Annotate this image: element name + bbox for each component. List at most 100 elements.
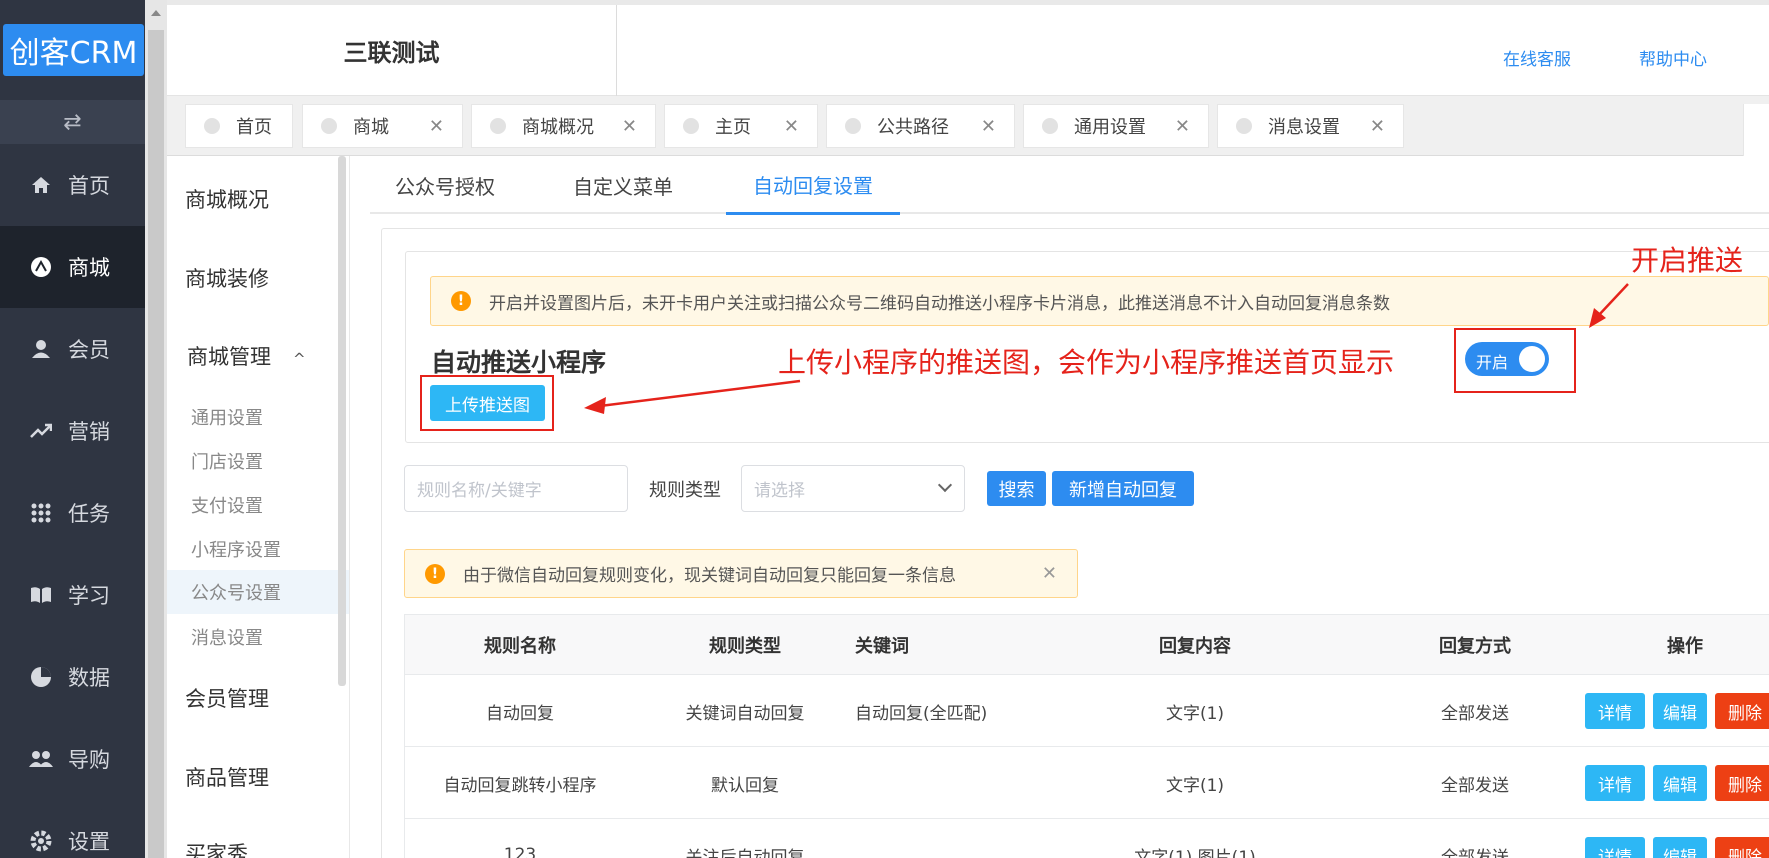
- tab-official-account-auth[interactable]: 公众号授权: [395, 156, 495, 214]
- edit-button[interactable]: 编辑: [1653, 837, 1707, 858]
- column-header: 关键词: [855, 636, 909, 657]
- delete-button[interactable]: 删除: [1715, 837, 1769, 858]
- tab-auto-reply-settings[interactable]: 自动回复设置: [726, 156, 900, 215]
- tabbar-scroll-right[interactable]: [1743, 104, 1769, 156]
- submenu-item-general[interactable]: 通用设置: [191, 404, 263, 430]
- store-name: 三联测试: [167, 5, 617, 96]
- nav-label: 首页: [68, 174, 110, 198]
- page-tab-homepage[interactable]: 主页 ✕: [664, 104, 818, 148]
- chevron-down-icon: [937, 477, 953, 493]
- submenu-group-goods-management[interactable]: 商品管理: [185, 762, 269, 792]
- secondary-menu: 商城概况 商城装修 商城管理 ^ 通用设置 门店设置 支付设置 小程序设置 公众号…: [167, 156, 350, 858]
- page-tab-general-settings[interactable]: 通用设置 ✕: [1023, 104, 1209, 148]
- submenu-item-official-account[interactable]: 公众号设置: [167, 570, 349, 614]
- scrollbar-thumb[interactable]: [148, 30, 164, 858]
- page-tab-home[interactable]: 首页: [185, 104, 293, 148]
- tab-close-icon[interactable]: ✕: [1370, 116, 1385, 137]
- cell-rule-type: 关键词自动回复: [685, 703, 805, 724]
- nav-item-learn[interactable]: 学习: [0, 554, 145, 636]
- tab-label: 商城: [353, 117, 389, 138]
- tab-dot-icon: [1042, 118, 1058, 134]
- nav-item-home[interactable]: 首页: [0, 144, 145, 226]
- brand-logo[interactable]: 创客CRM: [3, 24, 144, 76]
- edit-button[interactable]: 编辑: [1653, 765, 1707, 801]
- tab-close-icon[interactable]: ✕: [1175, 116, 1190, 137]
- submenu-group-buyer-show[interactable]: 买家秀: [185, 838, 248, 858]
- scroll-up-arrow-icon[interactable]: [151, 10, 161, 16]
- page-tab-store-overview[interactable]: 商城概况 ✕: [471, 104, 656, 148]
- rule-change-notice: ! 由于微信自动回复规则变化，现关键词自动回复只能回复一条信息 ✕: [404, 549, 1078, 598]
- detail-button[interactable]: 详情: [1585, 765, 1645, 801]
- home-icon: [28, 176, 54, 194]
- tab-close-icon[interactable]: ✕: [784, 116, 799, 137]
- help-center-link[interactable]: 帮助中心: [1639, 45, 1707, 70]
- nav-item-member[interactable]: 会员: [0, 308, 145, 390]
- tab-custom-menu[interactable]: 自定义菜单: [573, 156, 673, 214]
- trend-icon: [28, 423, 54, 439]
- cell-reply-mode: 全部发送: [1441, 703, 1509, 724]
- detail-button[interactable]: 详情: [1585, 693, 1645, 729]
- edit-button[interactable]: 编辑: [1653, 693, 1707, 729]
- rule-type-select[interactable]: 请选择: [741, 465, 965, 512]
- cell-reply-content: 文字(1): [1165, 703, 1225, 724]
- cell-reply-mode: 全部发送: [1441, 847, 1509, 858]
- nav-item-settings[interactable]: 设置: [0, 800, 145, 858]
- tab-label: 公共路径: [877, 117, 949, 138]
- nav-label: 数据: [68, 666, 110, 690]
- detail-button[interactable]: 详情: [1585, 837, 1645, 858]
- page-tab-public-path[interactable]: 公共路径 ✕: [826, 104, 1015, 148]
- submenu-group-member-management[interactable]: 会员管理: [185, 683, 269, 713]
- tab-close-icon[interactable]: ✕: [429, 116, 444, 137]
- cell-rule-name: 123: [503, 845, 537, 858]
- main-sidebar: 创客CRM ⇄ 首页 商城 会员 营销 任务 学习 数据 导购 设置: [0, 0, 145, 858]
- notice-text: 开启并设置图片后，未开卡用户关注或扫描公众号二维码自动推送小程序卡片消息，此推送…: [489, 293, 1390, 314]
- nav-item-marketing[interactable]: 营销: [0, 390, 145, 472]
- submenu-scrollbar[interactable]: [338, 156, 346, 686]
- table-header: 规则名称 规则类型 关键词 回复内容 回复方式 操作: [405, 615, 1769, 675]
- warning-icon: !: [451, 291, 471, 311]
- tab-dot-icon: [1236, 118, 1252, 134]
- tab-label: 消息设置: [1268, 117, 1340, 138]
- cell-reply-content: 文字(1) 图片(1): [1134, 847, 1256, 858]
- tab-close-icon[interactable]: ✕: [981, 116, 996, 137]
- push-info-notice: ! 开启并设置图片后，未开卡用户关注或扫描公众号二维码自动推送小程序卡片消息，此…: [430, 276, 1769, 326]
- nav-item-guide[interactable]: 导购: [0, 718, 145, 800]
- auto-push-title: 自动推送小程序: [431, 348, 607, 377]
- nav-label: 设置: [68, 830, 110, 854]
- submenu-item-payment[interactable]: 支付设置: [191, 492, 263, 518]
- submenu-group-store-management[interactable]: 商城管理 ^: [187, 341, 306, 371]
- store-icon: [28, 256, 54, 278]
- nav-label: 学习: [68, 584, 110, 608]
- rule-keyword-input[interactable]: 规则名称/关键字: [404, 465, 628, 512]
- submenu-group-store-overview[interactable]: 商城概况: [185, 184, 269, 214]
- nav-item-task[interactable]: 任务: [0, 472, 145, 554]
- submenu-item-store-locations[interactable]: 门店设置: [191, 448, 263, 474]
- column-header: 回复内容: [1159, 636, 1231, 657]
- cell-rule-type: 默认回复: [711, 775, 779, 796]
- nav-item-store[interactable]: 商城: [0, 226, 145, 308]
- submenu-item-miniprogram[interactable]: 小程序设置: [191, 536, 281, 562]
- search-button[interactable]: 搜索: [987, 471, 1046, 506]
- tab-dot-icon: [490, 118, 506, 134]
- submenu-item-message[interactable]: 消息设置: [191, 624, 263, 650]
- nav-item-data[interactable]: 数据: [0, 636, 145, 718]
- online-service-link[interactable]: 在线客服: [1503, 45, 1571, 70]
- sidebar-scrollbar[interactable]: [145, 0, 167, 858]
- collapse-toggle-icon[interactable]: ⇄: [0, 100, 145, 144]
- pie-icon: [28, 666, 54, 688]
- tab-label: 首页: [236, 117, 272, 138]
- cell-reply-content: 文字(1): [1165, 775, 1225, 796]
- book-icon: [28, 586, 54, 604]
- grid-icon: [28, 503, 54, 523]
- tab-close-icon[interactable]: ✕: [622, 116, 637, 137]
- page-tab-message-settings[interactable]: 消息设置 ✕: [1217, 104, 1404, 148]
- delete-button[interactable]: 删除: [1715, 693, 1769, 729]
- submenu-group-store-decoration[interactable]: 商城装修: [185, 263, 269, 293]
- tab-label: 商城概况: [522, 117, 594, 138]
- cell-rule-name: 自动回复: [486, 703, 554, 724]
- page-tab-store[interactable]: 商城 ✕: [302, 104, 463, 148]
- close-icon[interactable]: ✕: [1042, 563, 1057, 584]
- add-auto-reply-button[interactable]: 新增自动回复: [1052, 471, 1194, 506]
- column-header: 操作: [1667, 636, 1703, 657]
- delete-button[interactable]: 删除: [1715, 765, 1769, 801]
